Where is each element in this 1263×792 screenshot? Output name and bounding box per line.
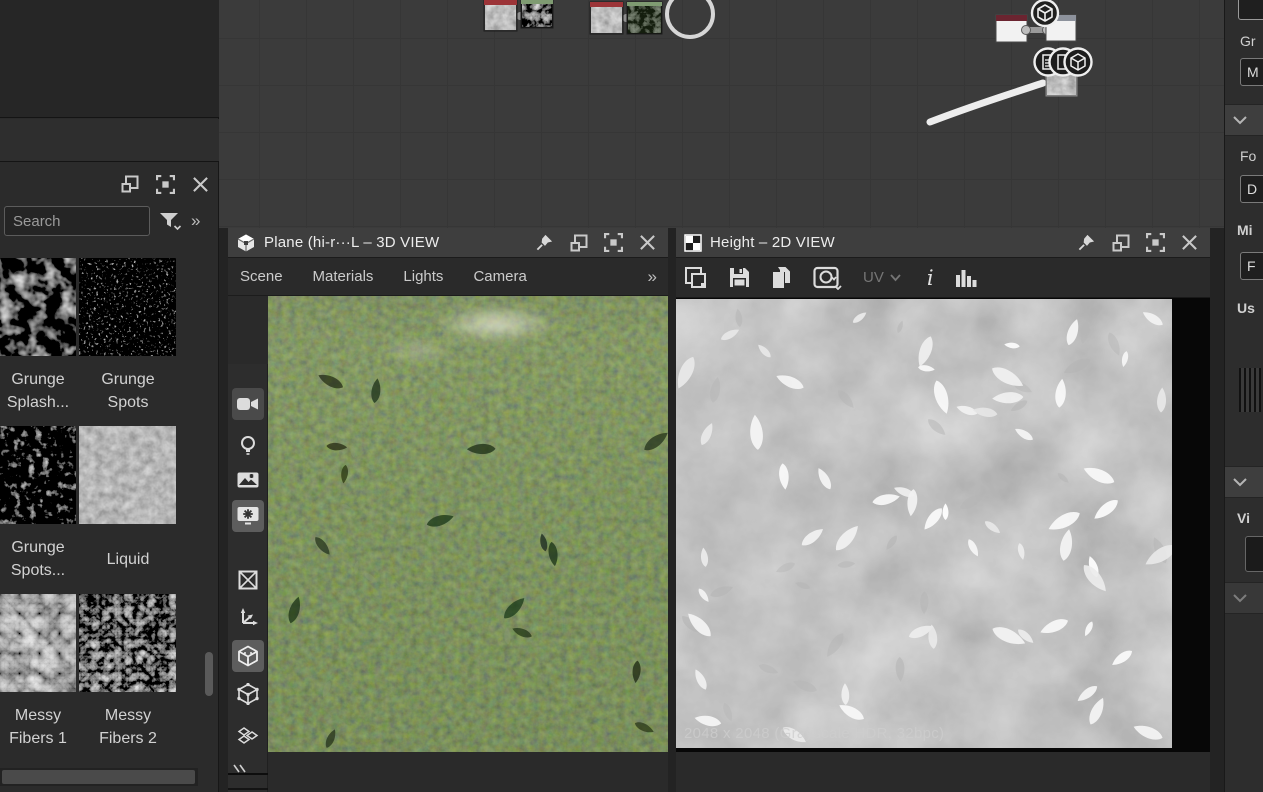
library-item-messy-fibers-2[interactable] [79,594,176,692]
viewport-3d[interactable] [268,296,668,752]
library-item-grunge-splash[interactable] [0,258,76,356]
close-icon[interactable] [639,234,656,251]
viewport-2d[interactable]: 2048 x 2048 (Grayscale HDR, 32bpc) [676,298,1210,752]
view2d-toolbar: UV i [676,258,1210,298]
graph-node[interactable] [627,2,662,34]
graph-wire-arc [667,0,713,37]
axis-gizmo-icon[interactable] [232,602,264,634]
menu-camera[interactable]: Camera [473,268,526,285]
library-item-liquid[interactable] [79,426,176,524]
menu-overflow-chevron[interactable]: » [648,267,656,287]
save-icon[interactable] [728,266,751,289]
horizontal-scrollbar-track [0,768,198,786]
view3d-panel: Plane (hi-r···L – 3D VIEW Scene Material… [228,228,668,792]
library-item-label: Grunge Spots [86,368,170,414]
pin-icon[interactable] [535,233,554,252]
uv-view-icon[interactable] [232,564,264,596]
pin-icon[interactable] [1077,233,1096,252]
heightmap-image: 2048 x 2048 (Grayscale HDR, 32bpc) [676,299,1172,748]
info-icon[interactable]: i [927,266,934,290]
uv-mode-dropdown[interactable]: UV [863,269,901,286]
library-search-row: » [4,206,216,236]
library-item-label: Grunge Splash... [0,368,80,414]
property-label-user: Us [1237,300,1255,316]
graph-node[interactable] [521,0,553,28]
menu-scene[interactable]: Scene [240,268,283,285]
close-icon[interactable] [192,176,209,193]
view2d-titlebar: Height – 2D VIEW [676,228,1210,258]
filter-icon[interactable] [158,210,183,232]
cube-badge-icon [1065,49,1092,76]
property-field-format[interactable]: D [1240,175,1263,203]
property-field[interactable] [1238,0,1263,20]
cube-badge-icon [1032,0,1058,26]
library-collapsed-strip [0,119,219,162]
close-icon[interactable] [1181,234,1198,251]
horizontal-scrollbar[interactable] [2,770,195,784]
gradient-widget[interactable] [1239,368,1261,412]
menu-lights[interactable]: Lights [403,268,443,285]
dock-icon[interactable] [121,175,139,193]
library-panel: » Grunge Splash... Grunge Spots Grunge S… [0,0,219,792]
view3d-menubar: Scene Materials Lights Camera » [228,258,668,296]
histogram-icon[interactable] [954,267,980,289]
vertical-scrollbar[interactable] [205,652,213,696]
view3d-titlebar: Plane (hi-r···L – 3D VIEW [228,228,668,258]
search-input[interactable] [4,206,150,236]
export-image-icon[interactable] [813,266,843,290]
cube-icon [236,233,256,253]
maximize-icon[interactable] [156,175,175,194]
property-field[interactable] [1245,536,1263,572]
image-info-overlay: 2048 x 2048 (Grayscale HDR, 32bpc) [684,725,944,742]
divider [228,782,268,790]
library-item-label: Messy Fibers 2 [86,704,170,750]
camera-display-icon[interactable] [232,388,264,420]
graph-canvas[interactable] [219,0,1224,228]
copy-icon[interactable] [771,266,793,290]
dock-icon[interactable] [570,234,588,252]
view2d-panel: Height – 2D VIEW [676,228,1210,792]
library-empty-area [0,0,219,118]
library-item-grunge-spots-2[interactable] [0,426,76,524]
menu-materials[interactable]: Materials [313,268,374,285]
library-item-grunge-spots[interactable] [79,258,176,356]
property-label-group: Gr [1240,33,1256,49]
view2d-title: Height – 2D VIEW [710,234,1069,251]
library-item-messy-fibers-1[interactable] [0,594,76,692]
library-item-label: Messy Fibers 1 [0,704,80,750]
view3d-toolbar [228,364,268,792]
property-field-mip[interactable]: F [1240,252,1263,280]
environment-image-icon[interactable] [232,464,264,496]
uv-mode-label: UV [863,269,884,286]
mesh-cube-icon[interactable] [232,640,264,672]
maximize-icon[interactable] [604,233,623,252]
duplicate-image-icon[interactable] [684,266,708,290]
property-label-format: Fo [1240,148,1256,164]
maximize-icon[interactable] [1146,233,1165,252]
checker-icon [684,234,702,252]
wireframe-cube-icon[interactable] [232,678,264,710]
section-header[interactable] [1225,582,1263,614]
library-overflow-chevron[interactable]: » [191,211,199,231]
library-window-bar [0,166,219,202]
property-label-mip: Mi [1237,222,1253,238]
property-field-group[interactable]: M [1240,58,1263,86]
library-item-label: Liquid [86,548,170,571]
collapsed-panel-handle[interactable] [228,762,268,776]
properties-panel: Gr M Fo D Mi F Us Vi [1224,0,1263,792]
section-header[interactable] [1225,104,1263,136]
graph-wire [930,83,1043,122]
display-settings-icon[interactable] [232,500,264,532]
section-header[interactable] [1225,466,1263,498]
library-item-label: Grunge Spots... [0,536,80,582]
tiling-tiles-icon[interactable] [232,720,264,752]
property-label-visible: Vi [1237,510,1250,526]
view3d-title: Plane (hi-r···L – 3D VIEW [264,234,527,251]
light-bulb-icon[interactable] [232,430,264,462]
dock-icon[interactable] [1112,234,1130,252]
app-window: » Grunge Splash... Grunge Spots Grunge S… [0,0,1263,792]
